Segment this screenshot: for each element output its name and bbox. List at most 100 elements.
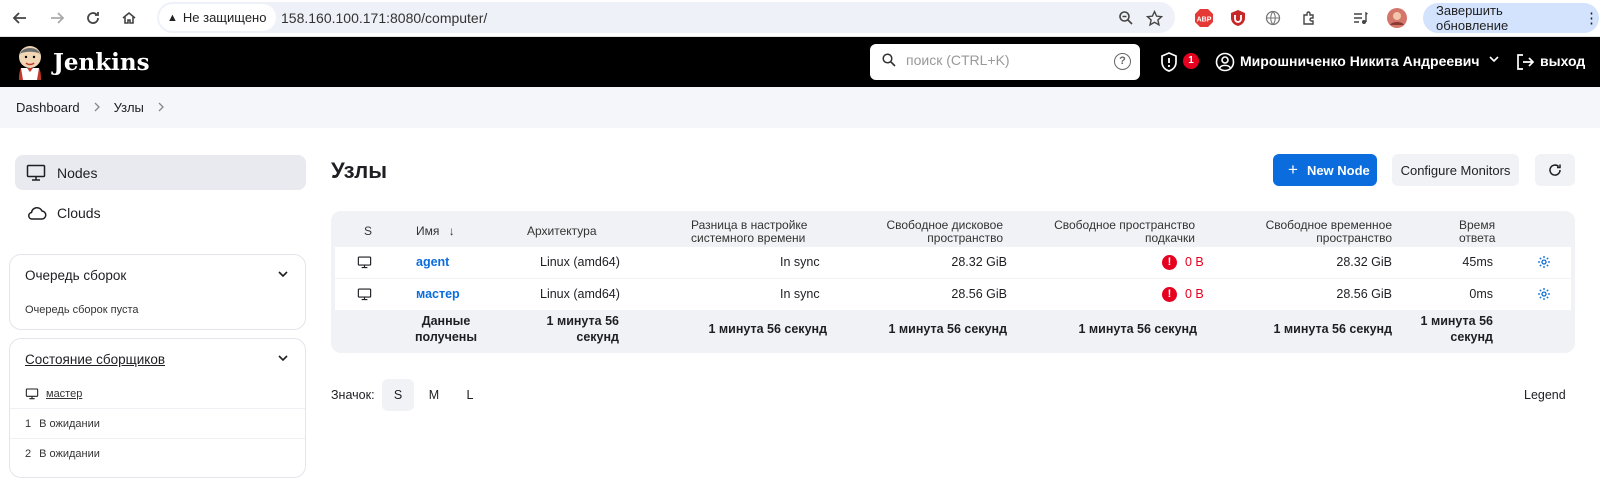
column-header-arch[interactable]: Архитектура (527, 225, 597, 238)
plus-icon: + (1288, 160, 1298, 179)
disk-cell: 28.32 GiB (951, 255, 1007, 269)
arch-cell: Linux (amd64) (540, 287, 620, 301)
legend-link[interactable]: Legend (1524, 388, 1566, 402)
svg-text:ABP: ABP (1197, 17, 1212, 24)
reload-icon[interactable] (79, 4, 107, 32)
sort-arrow-icon: ↓ (448, 224, 455, 238)
search-icon (882, 53, 896, 67)
build-queue-header[interactable]: Очередь сборок (10, 255, 305, 296)
chevron-right-icon (93, 101, 101, 115)
chevron-down-icon[interactable] (277, 268, 289, 280)
zoom-icon[interactable] (1113, 5, 1139, 31)
temp-cell: 28.56 GiB (1336, 287, 1392, 301)
swap-cell: 0 B (1185, 255, 1204, 269)
executors-header[interactable]: Состояние сборщиков (10, 339, 305, 380)
footer-response: 1 минута 56 секунд (1420, 314, 1493, 344)
footer-label: Данные получены (414, 314, 478, 344)
security-shield-icon[interactable] (1158, 51, 1180, 73)
footer-temp: 1 минута 56 секунд (1273, 322, 1392, 336)
gear-icon[interactable] (1537, 287, 1551, 301)
help-icon[interactable]: ? (1114, 53, 1131, 70)
column-header-status[interactable]: S (364, 225, 372, 238)
extensions-puzzle-icon[interactable] (1296, 5, 1322, 31)
media-controls-icon[interactable] (1347, 5, 1373, 31)
column-header-clock[interactable]: Разница в настройке системного времени (691, 219, 807, 245)
logout-link[interactable]: выход (1540, 53, 1585, 69)
more-vert-icon: ⋮ (1584, 10, 1599, 27)
response-cell: 0ms (1469, 287, 1493, 301)
computer-icon (357, 288, 372, 301)
user-icon[interactable] (1215, 52, 1235, 72)
breadcrumb-nodes[interactable]: Узлы (114, 100, 144, 115)
temp-cell: 28.32 GiB (1336, 255, 1392, 269)
bookmark-star-icon[interactable] (1141, 5, 1167, 31)
adblock-icon[interactable]: ABP (1191, 5, 1217, 31)
error-icon: ! (1162, 287, 1177, 302)
jenkins-brand[interactable]: Jenkins (53, 49, 150, 76)
chevron-down-icon[interactable] (277, 352, 289, 364)
computer-icon (25, 162, 47, 184)
footer-arch: 1 минута 56 секунд (546, 314, 619, 344)
table-row: agent Linux (amd64) In sync 28.32 GiB ! … (335, 247, 1571, 278)
refresh-icon (1549, 164, 1561, 176)
security-badge[interactable]: 1 (1183, 53, 1199, 69)
column-header-response[interactable]: Время ответа (1459, 219, 1495, 245)
search-input[interactable] (906, 52, 1106, 68)
computer-icon (357, 256, 372, 269)
executor-row: 1 В ожидании (10, 408, 305, 438)
new-node-button[interactable]: + New Node (1273, 154, 1377, 186)
column-header-temp[interactable]: Свободное временное пространство (1262, 219, 1392, 245)
security-chip[interactable]: ▲ Не защищено (159, 4, 277, 31)
arch-cell: Linux (amd64) (540, 255, 620, 269)
table-row: мастер Linux (amd64) In sync 28.56 GiB !… (335, 279, 1571, 310)
response-cell: 45ms (1462, 255, 1493, 269)
sidebar-item-clouds[interactable]: Clouds (15, 195, 306, 230)
chevron-right-icon[interactable] (157, 101, 165, 115)
swap-cell: 0 B (1185, 287, 1204, 301)
chevron-down-icon[interactable] (1488, 53, 1500, 68)
node-link[interactable]: мастер (416, 287, 460, 301)
executors-panel: Состояние сборщиков мастер 1 В ожидании … (9, 338, 306, 478)
footer-clock: 1 минута 56 секунд (708, 322, 827, 336)
search-box[interactable]: ? (870, 44, 1140, 80)
sidebar-item-nodes[interactable]: Nodes (15, 155, 306, 190)
breadcrumb: Dashboard Узлы (0, 87, 1600, 128)
executor-row: 2 В ожидании (10, 438, 305, 468)
breadcrumb-dashboard[interactable]: Dashboard (16, 100, 80, 115)
icon-size-label: Значок: (331, 388, 375, 402)
error-icon: ! (1162, 255, 1177, 270)
jenkins-logo-icon[interactable] (16, 44, 44, 80)
home-icon[interactable] (115, 4, 143, 32)
ublock-icon[interactable] (1225, 5, 1251, 31)
column-header-name[interactable]: Имя ↓ (416, 225, 455, 238)
user-name-link[interactable]: Мирошниченко Никита Андреевич (1240, 53, 1480, 69)
page-title: Узлы (331, 158, 387, 183)
configure-monitors-button[interactable]: Configure Monitors (1392, 154, 1519, 186)
clock-cell: In sync (780, 255, 820, 269)
icon-size-s[interactable]: S (382, 379, 414, 411)
warning-icon: ▲ (167, 11, 178, 24)
logout-icon[interactable] (1515, 52, 1535, 72)
url-text[interactable]: 158.160.100.171:8080/computer/ (281, 10, 487, 26)
disk-cell: 28.56 GiB (951, 287, 1007, 301)
column-header-disk[interactable]: Свободное дисковое пространство (881, 219, 1003, 245)
finish-update-button[interactable]: Завершить обновление ⋮ (1423, 3, 1599, 33)
footer-disk: 1 минута 56 секунд (888, 322, 1007, 336)
back-icon[interactable] (6, 4, 34, 32)
cloud-icon (25, 202, 47, 224)
icon-size-m[interactable]: M (418, 379, 450, 411)
column-header-swap[interactable]: Свободное пространство подкачки (1046, 219, 1195, 245)
executor-node-link[interactable]: мастер (46, 388, 82, 400)
gear-icon[interactable] (1537, 255, 1551, 269)
icon-size-l[interactable]: L (454, 379, 486, 411)
build-queue-panel: Очередь сборок Очередь сборок пуста (9, 254, 306, 330)
globe-icon[interactable] (1260, 5, 1286, 31)
profile-avatar[interactable] (1384, 5, 1410, 31)
computer-icon (25, 388, 39, 400)
executor-node-row: мастер (10, 380, 305, 408)
node-link[interactable]: agent (416, 255, 449, 269)
refresh-button[interactable] (1535, 154, 1575, 186)
footer-swap: 1 минута 56 секунд (1078, 322, 1197, 336)
forward-icon[interactable] (43, 4, 71, 32)
browser-toolbar: ▲ Не защищено 158.160.100.171:8080/compu… (0, 0, 1600, 37)
